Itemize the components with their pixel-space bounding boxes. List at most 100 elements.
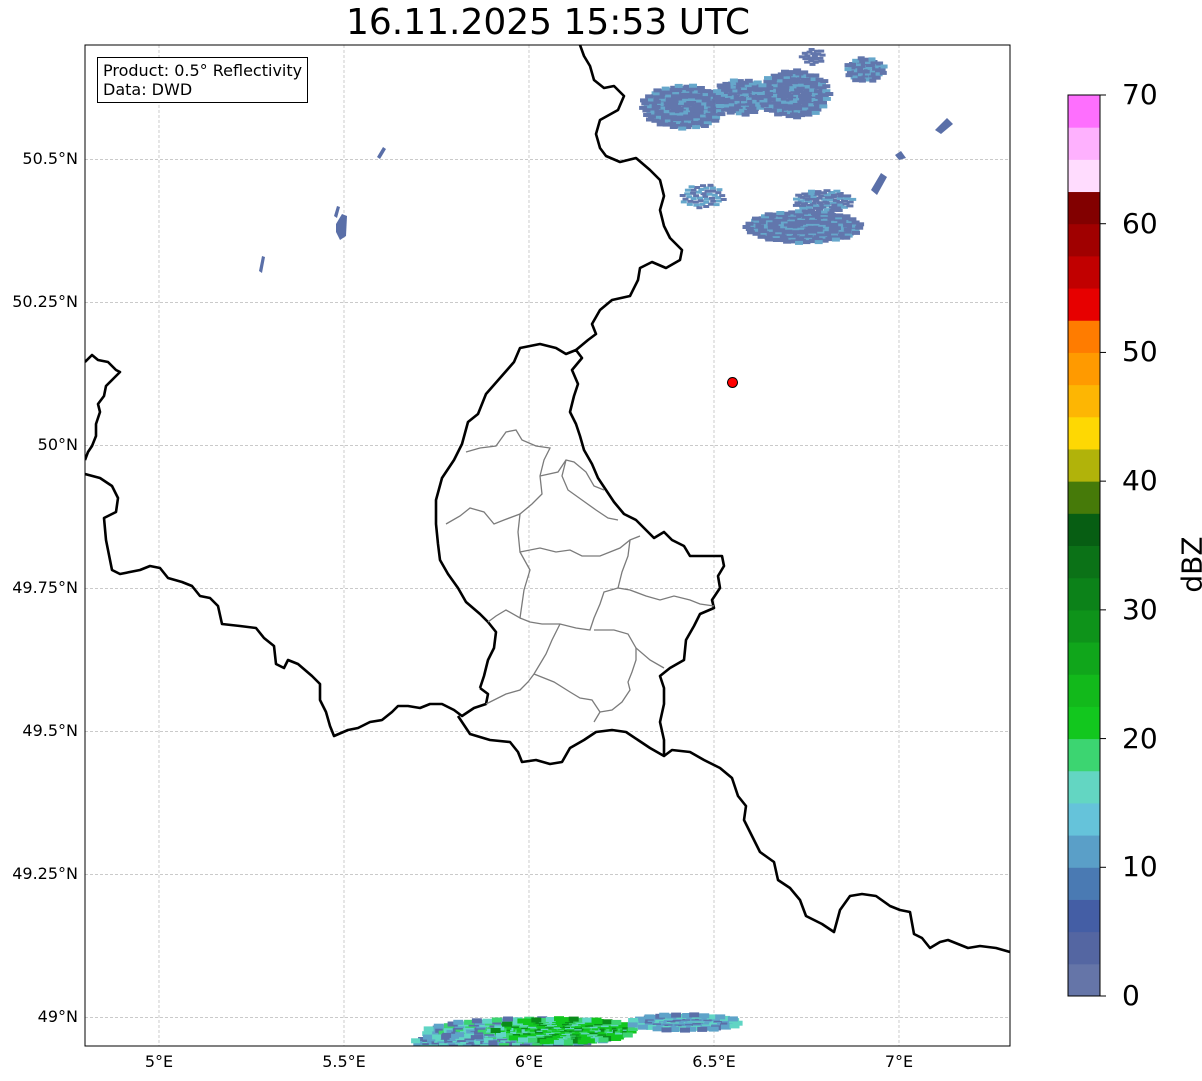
radar-echo-cell: [695, 190, 702, 194]
radar-echo-cell: [793, 115, 802, 120]
colorbar-segment: [1068, 95, 1100, 128]
radar-echo-cell: [488, 1040, 498, 1046]
radar-echo-cell: [846, 204, 854, 208]
radar-echo-cell: [679, 194, 686, 197]
colorbar-segment: [1068, 481, 1100, 514]
radar-echo-cell: [716, 83, 725, 88]
radar-echo-cell: [449, 1044, 458, 1046]
radar-echo-cell: [827, 211, 835, 215]
radar-echo-cell: [711, 118, 720, 123]
radar-echo-cell: [822, 96, 831, 101]
radar-echo-cell: [710, 189, 716, 193]
colorbar-segment: [1068, 609, 1100, 643]
radar-echo-cell: [423, 1026, 434, 1032]
radar-echo-cell: [804, 60, 811, 64]
radar-echo-cell: [799, 206, 807, 210]
radar-echo-cell: [720, 1024, 731, 1030]
colorbar-segment: [1068, 577, 1100, 611]
radar-echo-cell: [700, 124, 709, 128]
radar-echo-cell: [811, 73, 820, 78]
radar-echo-cell: [455, 1045, 465, 1046]
radar-echo-cell: [644, 1014, 655, 1020]
info-box: Product: 0.5° Reflectivity Data: DWD: [97, 57, 309, 103]
radar-echo-speck: [259, 256, 265, 273]
radar-echo-cell: [639, 105, 648, 110]
radar-echo-cell: [858, 78, 866, 83]
radar-echo-cell: [661, 86, 670, 91]
radar-echo-cell: [772, 238, 781, 242]
radar-echo-cell: [869, 78, 877, 83]
radar-echo-cell: [760, 103, 769, 108]
radar-echo-cell: [598, 1037, 609, 1043]
radar-echo-cell: [817, 56, 824, 60]
colorbar-segment: [1068, 738, 1100, 772]
radar-echo-cell: [758, 83, 767, 88]
radar-echo-cell: [835, 213, 844, 218]
radar-map[interactable]: [0, 0, 1202, 1081]
radar-echo-cell: [659, 1012, 670, 1018]
radar-site-marker[interactable]: [727, 376, 738, 388]
radar-echo-speck: [871, 173, 887, 195]
radar-echo-cell: [819, 53, 826, 57]
colorbar-tick-label: 30: [1122, 592, 1158, 626]
radar-echo-cell: [432, 1034, 442, 1040]
radar-echo-cell: [801, 192, 809, 196]
radar-echo-cell: [674, 83, 683, 88]
radar-echo-cell: [868, 57, 876, 62]
colorbar-segment: [1068, 416, 1100, 450]
radar-echo-cell: [729, 1023, 740, 1029]
radar-echo-cell: [442, 1032, 452, 1038]
latitude-tick-label: 49.25°N: [12, 864, 78, 884]
radar-echo-cell: [482, 1018, 493, 1024]
radar-echo-cell: [809, 62, 816, 66]
radar-echo-cell: [776, 211, 785, 215]
radar-echo-cell: [823, 189, 831, 193]
radar-echo-speck: [334, 206, 340, 218]
radar-echo-cell: [793, 68, 802, 73]
canton-borders: [445, 429, 715, 723]
radar-echo-cell: [429, 1044, 439, 1046]
colorbar-segment: [1068, 931, 1100, 965]
radar-echo-cell: [801, 209, 809, 213]
radar-echo-cell: [553, 1039, 564, 1045]
colorbar-segment: [1068, 384, 1100, 418]
radar-echo-cell: [752, 216, 760, 221]
radar-echo-cell: [696, 206, 703, 210]
radar-echo-cell: [491, 1017, 502, 1023]
radar-echo-cell: [801, 51, 808, 55]
radar-echo-cell: [652, 1026, 663, 1032]
radar-echo-cell: [706, 192, 713, 196]
latitude-tick-label: 49.75°N: [12, 578, 78, 598]
radar-echo-cell: [669, 125, 678, 129]
radar-echo-cell: [711, 98, 720, 103]
radar-echo-cell: [703, 205, 710, 208]
radar-echo-northeast: [639, 48, 888, 245]
radar-echo-cell: [794, 201, 802, 205]
radar-echo-cell: [825, 92, 834, 96]
radar-echo-cell: [503, 1016, 513, 1022]
radar-echo-cell: [645, 94, 654, 99]
radar-echo-cell: [763, 108, 772, 112]
radar-echo-cell: [562, 1039, 573, 1045]
colorbar-segment: [1068, 963, 1100, 997]
radar-echo-cell: [818, 49, 825, 53]
radar-echo-cell: [849, 197, 857, 201]
radar-echo-cell: [857, 56, 865, 61]
radar-echo-cell: [831, 237, 840, 242]
radar-echo-cell: [627, 1022, 638, 1028]
radar-echo-cell: [715, 1014, 726, 1020]
radar-echo-cell: [527, 1037, 538, 1043]
radar-echo-cell: [844, 194, 852, 198]
latitude-tick-label: 50.25°N: [12, 292, 78, 312]
radar-echo-cell: [577, 1039, 588, 1045]
radar-echo-cell: [783, 239, 792, 244]
radar-echo-cell: [686, 202, 693, 206]
radar-echo-cell: [754, 87, 763, 92]
longitude-tick-label: 6°E: [514, 1052, 544, 1071]
radar-echo-cell: [746, 230, 755, 235]
radar-echo-cell: [708, 1026, 719, 1032]
colorbar-segment: [1068, 223, 1100, 257]
radar-echo-cell: [696, 86, 705, 90]
radar-echo-cell: [463, 1046, 472, 1051]
radar-echo-cell: [704, 189, 711, 193]
